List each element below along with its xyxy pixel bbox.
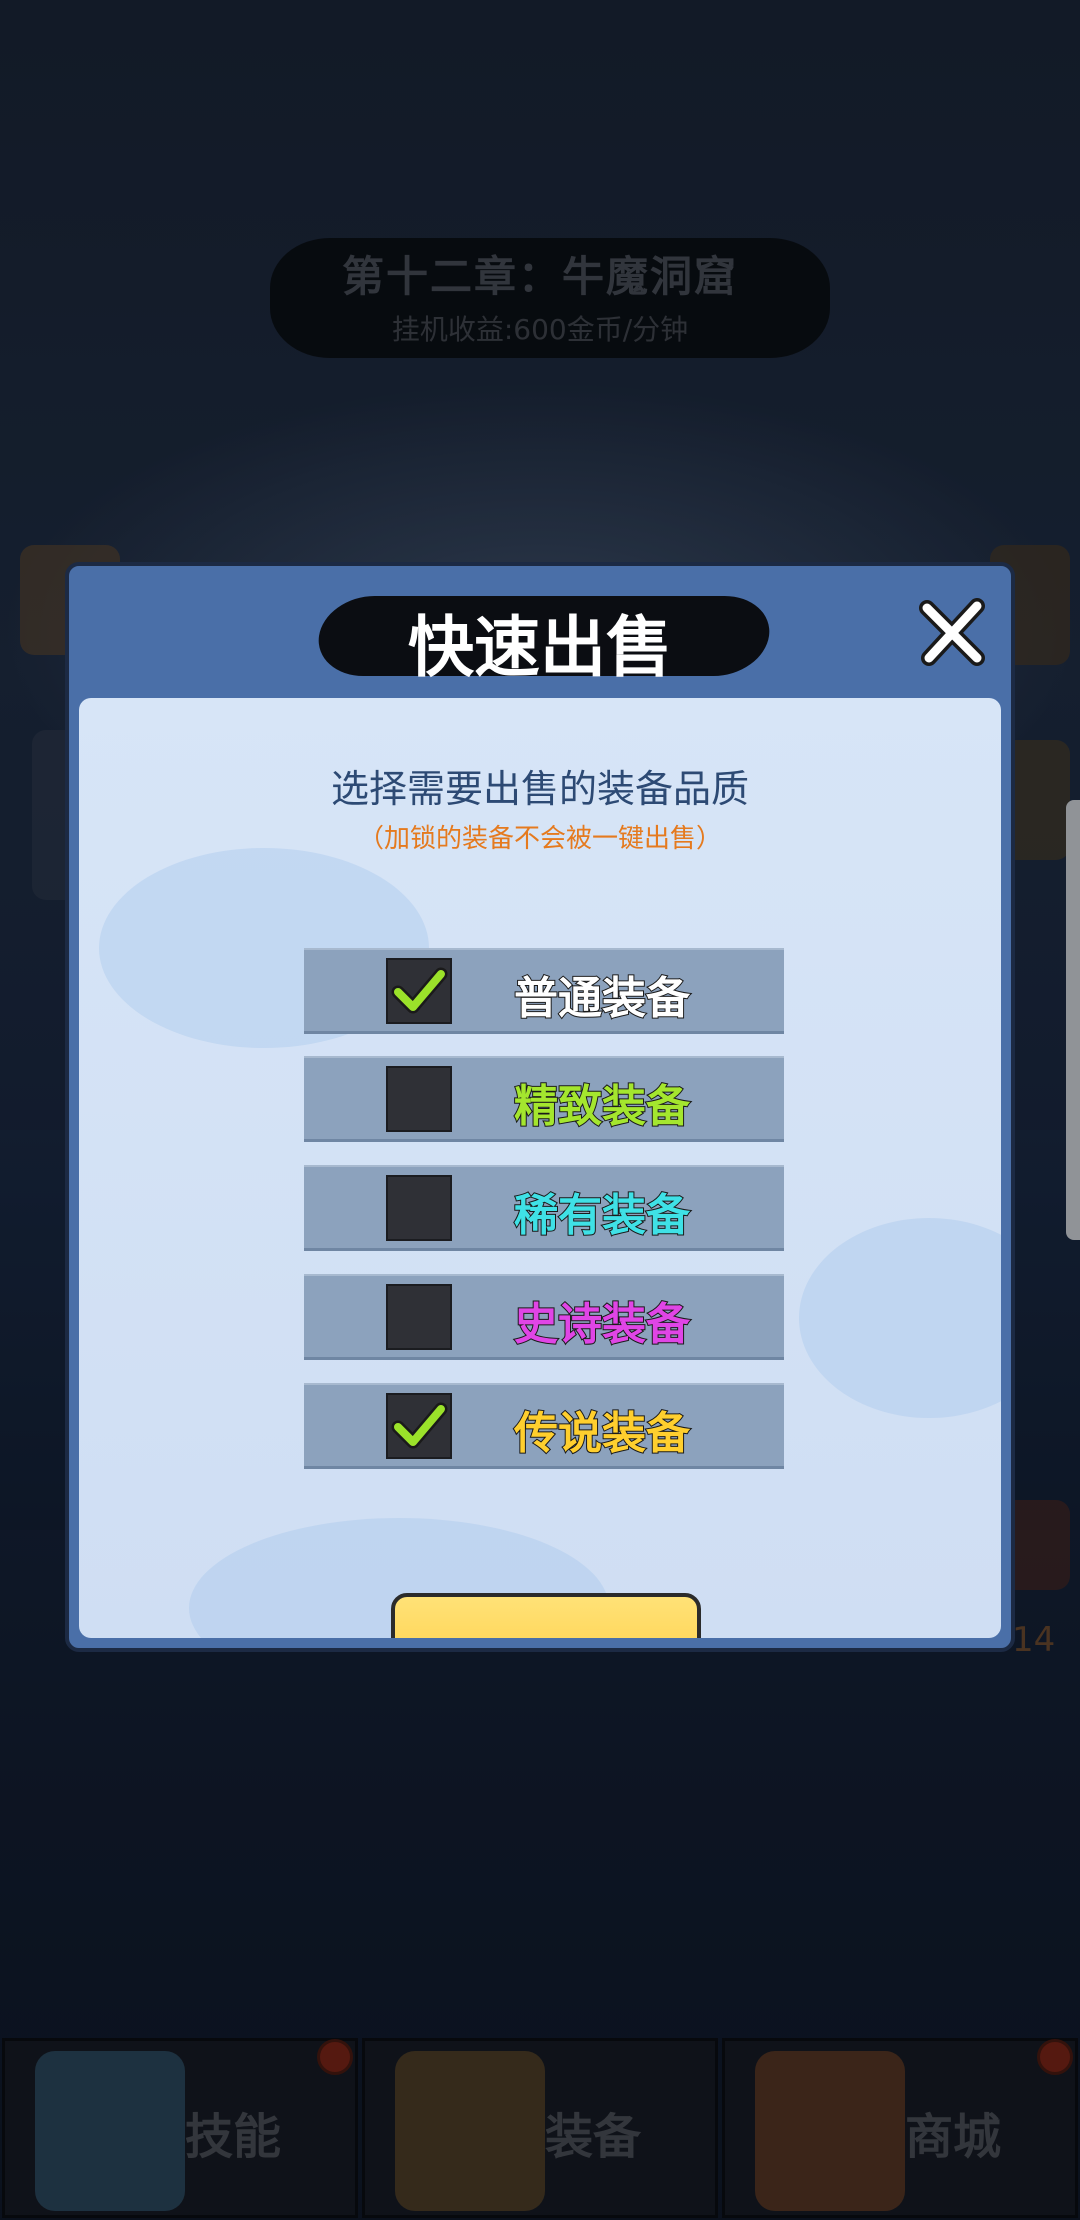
check-mark-icon [391,967,448,1014]
option-label: 史诗装备 [513,1298,691,1351]
cloud-decoration [799,1218,1001,1418]
option-rare[interactable]: 稀有装备 [304,1165,784,1251]
check-mark-icon [391,1402,448,1449]
option-label: 普通装备 [513,972,691,1025]
one-click-sell-button[interactable]: 一键出售 [391,1593,701,1638]
option-common[interactable]: 普通装备 [304,948,784,1034]
checkbox[interactable] [386,1066,452,1132]
sell-button-label: 一键出售 [395,1627,697,1638]
quick-sell-dialog: 快速出售 选择需要出售的装备品质 （加锁的装备不会被一键出售） 普通装备 精致装… [65,562,1015,1652]
option-epic[interactable]: 史诗装备 [304,1274,784,1360]
dialog-title: 快速出售 [408,609,672,686]
option-label: 传说装备 [513,1407,691,1460]
checkbox[interactable] [386,1175,452,1241]
dialog-content: 选择需要出售的装备品质 （加锁的装备不会被一键出售） 普通装备 精致装备 稀有装… [79,698,1001,1638]
option-legendary[interactable]: 传说装备 [304,1383,784,1469]
lock-note: （加锁的装备不会被一键出售） [357,824,722,854]
checkbox[interactable] [386,1393,452,1459]
option-label: 精致装备 [513,1080,691,1133]
close-button[interactable] [917,596,989,668]
close-icon [919,598,985,666]
checkbox[interactable] [386,958,452,1024]
prompt-text: 选择需要出售的装备品质 [330,767,749,811]
option-fine[interactable]: 精致装备 [304,1056,784,1142]
option-label: 稀有装备 [513,1189,691,1242]
checkbox[interactable] [386,1284,452,1350]
